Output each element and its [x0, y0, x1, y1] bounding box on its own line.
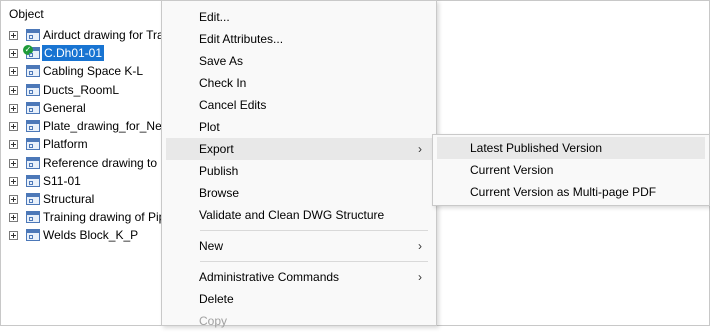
tree-item[interactable]: Cabling Space K-L: [9, 62, 143, 80]
drawing-icon: [26, 157, 40, 169]
tree-item[interactable]: Plate_drawing_for_Nes: [9, 117, 168, 135]
tree-item[interactable]: Training drawing of Pip: [9, 208, 165, 226]
menu-item-label: Export: [199, 142, 234, 156]
expand-plus-icon[interactable]: [9, 30, 18, 40]
tree-item-label: Ducts_RoomL: [43, 83, 120, 97]
tree-item[interactable]: S11-01: [9, 172, 81, 190]
submenu-item-current-version[interactable]: Current Version: [437, 159, 705, 181]
tree-item-label: General: [43, 101, 86, 115]
tree-item[interactable]: Platform: [9, 135, 88, 153]
tree-item-label: C.Dh01-01: [42, 45, 105, 61]
submenu-item-current-version-pdf[interactable]: Current Version as Multi-page PDF: [437, 181, 705, 203]
expand-plus-icon[interactable]: [9, 230, 18, 240]
menu-item-edit[interactable]: Edit...: [166, 6, 432, 28]
export-submenu: Latest Published Version Current Version…: [432, 134, 710, 206]
tree-item[interactable]: General: [9, 99, 86, 117]
menu-item-publish[interactable]: Publish: [166, 160, 432, 182]
menu-item-copy: Copy: [166, 310, 432, 332]
expand-plus-icon[interactable]: [9, 85, 18, 95]
tree-item-label: Plate_drawing_for_Nes: [43, 119, 168, 133]
tree-item-label: Welds Block_K_P: [43, 228, 139, 242]
expand-plus-icon[interactable]: [9, 139, 18, 149]
drawing-icon: ✓: [23, 45, 40, 59]
submenu-item-label: Current Version as Multi-page PDF: [470, 185, 657, 199]
menu-item-label: Browse: [199, 186, 240, 200]
menu-item-label: Validate and Clean DWG Structure: [199, 208, 385, 222]
menu-item-plot[interactable]: Plot: [166, 116, 432, 138]
tree-header: Object: [9, 7, 44, 21]
expand-plus-icon[interactable]: [9, 158, 18, 168]
drawing-icon: [26, 29, 40, 41]
submenu-item-label: Current Version: [470, 163, 554, 177]
green-check-icon: ✓: [23, 45, 33, 55]
chevron-right-icon: ›: [418, 239, 422, 253]
menu-item-browse[interactable]: Browse: [166, 182, 432, 204]
drawing-icon: [26, 120, 40, 132]
tree-item[interactable]: Welds Block_K_P: [9, 226, 138, 244]
tree-item[interactable]: Structural: [9, 190, 94, 208]
drawing-icon: [26, 65, 40, 77]
chevron-right-icon: ›: [418, 142, 422, 156]
menu-item-label: Publish: [199, 164, 239, 178]
drawing-icon: [26, 229, 40, 241]
expand-plus-icon[interactable]: [9, 176, 18, 186]
menu-separator: [200, 261, 428, 262]
menu-item-label: New: [199, 239, 224, 253]
expand-plus-icon[interactable]: [9, 121, 18, 131]
menu-item-label: Delete: [199, 292, 234, 306]
chevron-right-icon: ›: [418, 270, 422, 284]
tree-item[interactable]: Ducts_RoomL: [9, 81, 119, 99]
menu-item-administrative-commands[interactable]: Administrative Commands ›: [166, 266, 432, 288]
submenu-item-latest-published-version[interactable]: Latest Published Version: [437, 137, 705, 159]
menu-item-label: Edit Attributes...: [199, 32, 284, 46]
drawing-icon: [26, 211, 40, 223]
tree-item-label: Training drawing of Pip: [43, 210, 166, 224]
tree-item-label: S11-01: [43, 174, 81, 188]
menu-item-validate-clean[interactable]: Validate and Clean DWG Structure: [166, 204, 432, 226]
tree-item[interactable]: Reference drawing to D: [9, 154, 169, 172]
context-menu: Edit... Edit Attributes... Save As Check…: [161, 0, 437, 328]
menu-item-label: Administrative Commands: [199, 270, 340, 284]
tree-item-label: Platform: [43, 137, 88, 151]
expand-plus-icon[interactable]: [9, 103, 18, 113]
menu-separator: [200, 230, 428, 231]
menu-item-save-as[interactable]: Save As: [166, 50, 432, 72]
drawing-icon: [26, 193, 40, 205]
expand-plus-icon[interactable]: [9, 66, 18, 76]
menu-item-edit-attributes[interactable]: Edit Attributes...: [166, 28, 432, 50]
tree-item-label: Airduct drawing for Tra: [43, 28, 164, 42]
expand-plus-icon[interactable]: [9, 48, 18, 58]
drawing-icon: [26, 138, 40, 150]
menu-item-label: Plot: [199, 120, 220, 134]
menu-item-label: Save As: [199, 54, 244, 68]
tree-item-label: Cabling Space K-L: [43, 64, 144, 78]
menu-item-check-in[interactable]: Check In: [166, 72, 432, 94]
menu-item-label: Edit...: [199, 10, 230, 24]
tree-item[interactable]: Airduct drawing for Tra: [9, 26, 164, 44]
menu-item-cancel-edits[interactable]: Cancel Edits: [166, 94, 432, 116]
menu-item-export[interactable]: Export ›: [166, 138, 432, 160]
tree-item-label: Structural: [43, 192, 95, 206]
tree-item-label: Reference drawing to D: [43, 156, 170, 170]
tree-item-selected[interactable]: ✓ C.Dh01-01: [9, 44, 105, 62]
submenu-item-label: Latest Published Version: [470, 141, 603, 155]
drawing-icon: [26, 84, 40, 96]
menu-item-label: Cancel Edits: [199, 98, 267, 112]
menu-item-new[interactable]: New ›: [166, 235, 432, 257]
expand-plus-icon[interactable]: [9, 212, 18, 222]
menu-item-label: Check In: [199, 76, 247, 90]
menu-item-delete[interactable]: Delete: [166, 288, 432, 310]
drawing-icon: [26, 102, 40, 114]
drawing-icon: [26, 175, 40, 187]
expand-plus-icon[interactable]: [9, 194, 18, 204]
